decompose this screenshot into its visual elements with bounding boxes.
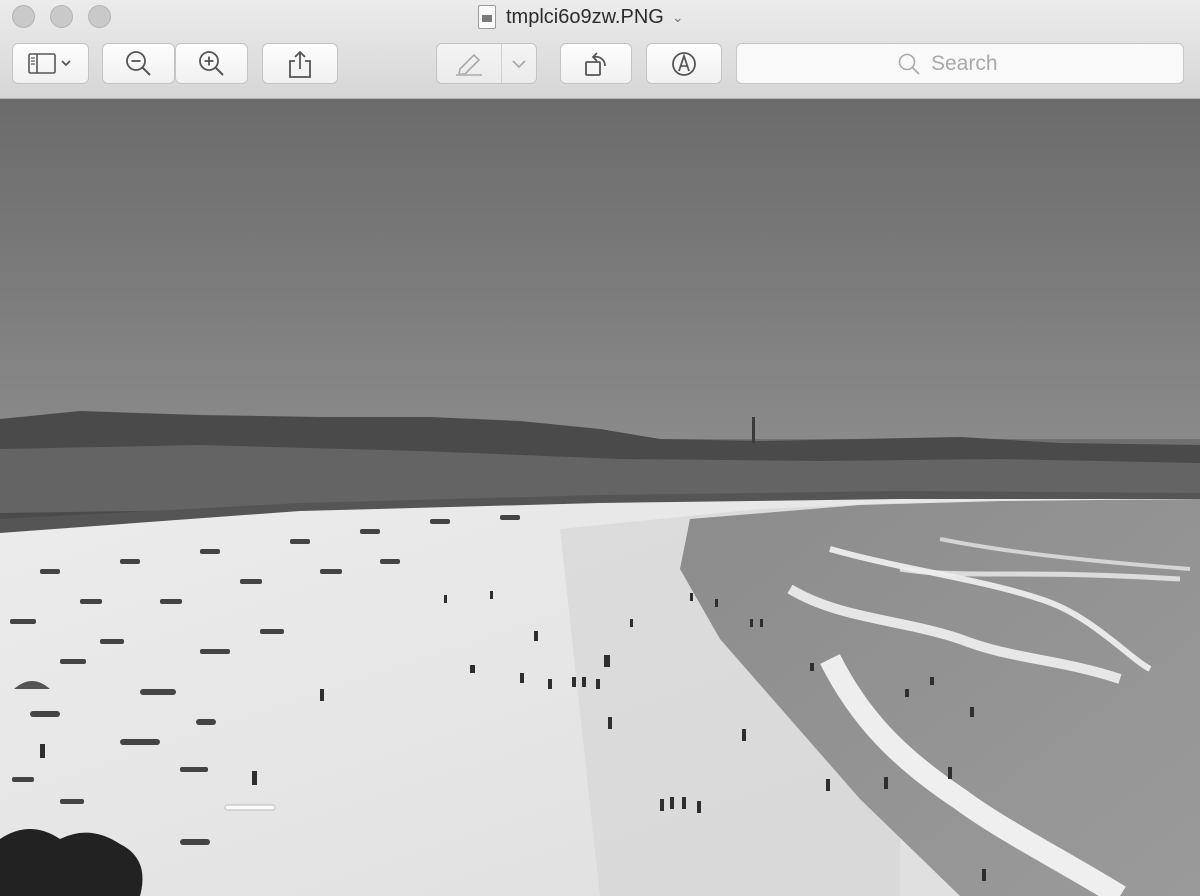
sky <box>0 99 1200 439</box>
close-button[interactable] <box>12 5 35 28</box>
zoom-button[interactable] <box>88 5 111 28</box>
tower <box>752 417 755 443</box>
highlight-button[interactable] <box>436 43 537 84</box>
sidebar-toggle-button[interactable] <box>12 43 89 84</box>
search-icon <box>898 53 920 75</box>
chevron-down-icon: ⌄ <box>671 8 684 25</box>
zoom-in-icon <box>198 50 224 76</box>
zoom-in-button[interactable] <box>175 43 248 84</box>
surfboard <box>224 804 276 811</box>
image-viewer <box>0 99 1200 896</box>
document-icon <box>478 5 496 29</box>
toolbar: tmplci6o9zw.PNG ⌄ <box>0 0 1200 99</box>
rotate-left-icon <box>585 51 606 76</box>
minimize-button[interactable] <box>50 5 73 28</box>
chevron-down-icon <box>512 59 526 68</box>
zoom-out-button[interactable] <box>102 43 175 84</box>
share-button[interactable] <box>262 43 338 84</box>
beach-photo <box>0 99 1200 896</box>
sidebar-icon <box>27 52 71 74</box>
share-icon <box>289 50 311 78</box>
highlight-menu-toggle[interactable] <box>502 44 536 83</box>
markup-pen-icon <box>672 51 696 76</box>
rotate-button[interactable] <box>560 43 632 84</box>
highlighter-icon <box>456 53 482 76</box>
search-input[interactable] <box>929 50 1023 77</box>
window-title-area[interactable]: tmplci6o9zw.PNG ⌄ <box>478 3 684 31</box>
search-field[interactable] <box>736 43 1184 84</box>
highlight-main[interactable] <box>437 44 501 83</box>
window-title: tmplci6o9zw.PNG <box>506 5 664 28</box>
preview-window: tmplci6o9zw.PNG ⌄ <box>0 0 1200 896</box>
zoom-out-icon <box>125 50 151 76</box>
markup-button[interactable] <box>646 43 722 84</box>
